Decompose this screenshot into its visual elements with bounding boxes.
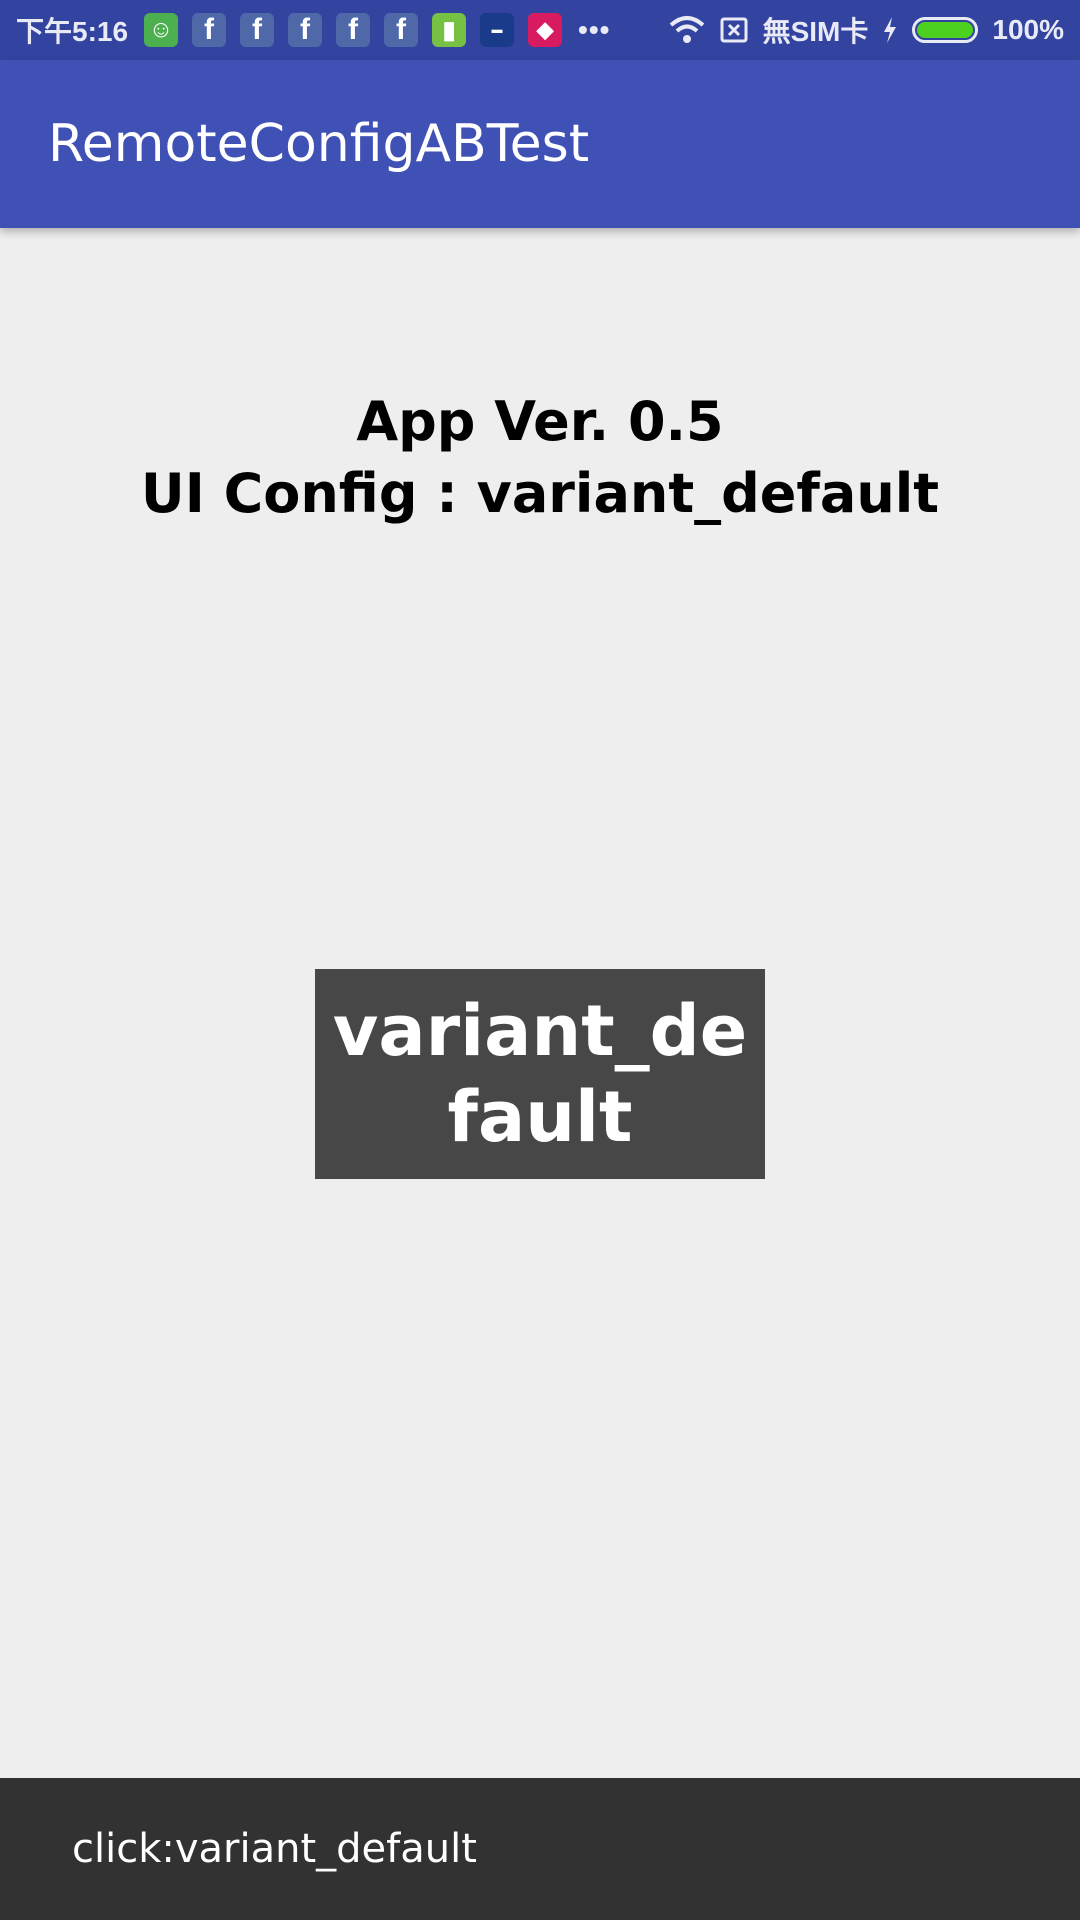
no-sim-icon (720, 17, 748, 43)
wifi-icon (669, 16, 704, 43)
facebook-icon: f (192, 13, 227, 47)
snackbar: click:variant_default (0, 1778, 1080, 1920)
facebook-icon: f (288, 13, 323, 47)
android-app-icon: ☺ (144, 13, 179, 47)
entertainment-app-icon: ◆ (528, 13, 563, 47)
variant-button[interactable]: variant_default (315, 969, 765, 1179)
app-screen: 下午5:16 ☺ f f f f f ▮ ▬ ◆ ••• 無SIM卡 100% … (0, 0, 1080, 1920)
notification-icons: ☺ f f f f f ▮ ▬ ◆ ••• (144, 13, 610, 47)
status-right: 無SIM卡 100% (669, 10, 1064, 50)
snackbar-message: click:variant_default (72, 1826, 477, 1872)
more-notifications-icon: ••• (578, 14, 611, 45)
battery-percent: 100% (992, 14, 1064, 45)
setn-news-icon: ▬ (480, 13, 515, 47)
facebook-icon: f (384, 13, 419, 47)
variant-button-label: variant_default (332, 990, 748, 1158)
status-time: 下午5:16 (16, 16, 129, 47)
ui-config-text: UI Config : variant_default (140, 462, 940, 525)
app-title: RemoteConfigABTest (48, 114, 590, 174)
charging-icon (884, 17, 897, 43)
facebook-icon: f (336, 13, 371, 47)
app-bar: RemoteConfigABTest (0, 60, 1080, 228)
battery-icon (912, 17, 979, 43)
battery-level-fill (917, 22, 974, 38)
status-bar: 下午5:16 ☺ f f f f f ▮ ▬ ◆ ••• 無SIM卡 100% (0, 0, 1080, 60)
app-version-text: App Ver. 0.5 (356, 390, 724, 453)
facebook-icon: f (240, 13, 275, 47)
sim-status-label: 無SIM卡 (762, 16, 869, 47)
info-block: App Ver. 0.5 UI Config : variant_default (0, 386, 1080, 530)
battery-app-icon: ▮ (432, 13, 467, 47)
